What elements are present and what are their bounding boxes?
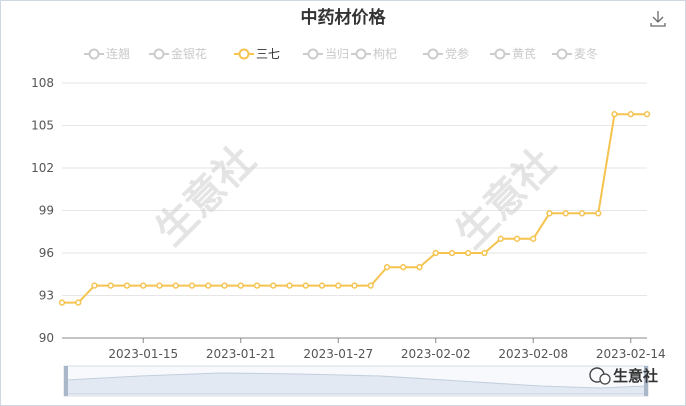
data-point[interactable] bbox=[513, 235, 521, 242]
line-chart: 中药材价格 连翘 金银花 三七 当归 枸杞 党参 黄芪 麦冬 生意社 生意社 909396991… bbox=[31, 7, 666, 397]
data-point[interactable] bbox=[75, 299, 82, 306]
data-point[interactable] bbox=[595, 210, 602, 217]
y-tick-label: 93 bbox=[39, 289, 54, 303]
y-axis: 90 93 96 99 102 105 108 bbox=[31, 76, 54, 345]
x-tick-label: 2023-01-15 bbox=[108, 347, 178, 361]
legend-label: 金银花 bbox=[171, 46, 207, 61]
data-point[interactable] bbox=[123, 282, 131, 289]
data-point[interactable] bbox=[107, 282, 114, 289]
data-point[interactable] bbox=[432, 249, 439, 257]
x-tick-label: 2023-02-14 bbox=[596, 347, 666, 361]
data-point[interactable] bbox=[91, 282, 98, 289]
legend-item[interactable]: 枸杞 bbox=[351, 46, 397, 61]
x-axis: 2023-01-15 2023-01-21 2023-01-27 2023-02-02… bbox=[108, 338, 666, 361]
legend-label: 当归 bbox=[325, 47, 349, 61]
x-tick-label: 2023-02-02 bbox=[401, 347, 471, 361]
watermark-text: 生意社 bbox=[447, 140, 564, 257]
data-point[interactable] bbox=[481, 249, 488, 257]
watermark-text: 生意社 bbox=[147, 137, 264, 254]
data-point[interactable] bbox=[448, 249, 456, 257]
data-point[interactable] bbox=[335, 282, 342, 289]
legend-item[interactable]: 当归 bbox=[303, 47, 349, 61]
chart-legend: 连翘 金银花 三七 当归 枸杞 党参 黄芪 麦冬 bbox=[84, 46, 598, 61]
data-point[interactable] bbox=[497, 235, 504, 242]
y-tick-label: 102 bbox=[31, 161, 54, 175]
legend-item[interactable]: 连翘 bbox=[84, 46, 130, 61]
data-zoom-slider[interactable] bbox=[63, 365, 649, 397]
series-sanqi bbox=[58, 111, 651, 306]
legend-item[interactable]: 麦冬 bbox=[552, 46, 598, 61]
chart-title: 中药材价格 bbox=[301, 7, 387, 28]
legend-item[interactable]: 党参 bbox=[423, 46, 469, 61]
y-tick-label: 96 bbox=[39, 246, 54, 260]
y-tick-label: 108 bbox=[31, 76, 54, 90]
legend-label: 三七 bbox=[256, 47, 280, 61]
data-point[interactable] bbox=[416, 264, 423, 271]
legend-item[interactable]: 金银花 bbox=[149, 46, 207, 61]
series-line bbox=[62, 113, 647, 304]
data-point[interactable] bbox=[318, 282, 326, 289]
legend-item[interactable]: 黄芪 bbox=[490, 47, 536, 61]
data-point[interactable] bbox=[627, 111, 634, 118]
x-tick-label: 2023-01-27 bbox=[303, 347, 373, 361]
legend-label: 枸杞 bbox=[373, 46, 397, 61]
data-point[interactable] bbox=[302, 282, 309, 289]
data-point[interactable] bbox=[286, 282, 293, 289]
slider-handle-left[interactable] bbox=[64, 366, 68, 396]
legend-marker-icon bbox=[355, 48, 367, 60]
x-tick-label: 2023-02-08 bbox=[498, 347, 568, 361]
data-point[interactable] bbox=[237, 282, 244, 289]
data-point[interactable] bbox=[221, 282, 228, 289]
data-point[interactable] bbox=[205, 282, 212, 289]
download-icon[interactable] bbox=[650, 11, 666, 27]
legend-label: 黄芪 bbox=[512, 47, 536, 61]
data-point[interactable] bbox=[643, 111, 651, 118]
data-point[interactable] bbox=[351, 282, 358, 289]
legend-item[interactable]: 三七 bbox=[234, 47, 280, 61]
data-point[interactable] bbox=[58, 299, 66, 306]
legend-marker-icon bbox=[427, 48, 439, 60]
legend-marker-icon bbox=[494, 48, 506, 60]
y-tick-label: 105 bbox=[31, 119, 54, 133]
data-point[interactable] bbox=[530, 235, 537, 242]
data-point[interactable] bbox=[140, 282, 147, 289]
data-point[interactable] bbox=[578, 210, 586, 217]
data-point[interactable] bbox=[546, 210, 553, 217]
data-point[interactable] bbox=[611, 111, 618, 118]
data-point[interactable] bbox=[156, 282, 163, 289]
legend-marker-icon bbox=[307, 48, 319, 60]
y-gridlines bbox=[62, 82, 647, 339]
y-tick-label: 99 bbox=[39, 204, 54, 218]
data-point[interactable] bbox=[562, 210, 569, 217]
legend-label: 麦冬 bbox=[574, 46, 598, 61]
data-point[interactable] bbox=[172, 282, 179, 289]
y-tick-label: 90 bbox=[39, 331, 54, 345]
data-point[interactable] bbox=[367, 282, 374, 289]
data-point[interactable] bbox=[400, 264, 407, 271]
data-point[interactable] bbox=[188, 282, 196, 289]
legend-marker-icon bbox=[153, 48, 165, 60]
x-tick-label: 2023-01-21 bbox=[206, 347, 276, 361]
data-point[interactable] bbox=[270, 282, 277, 289]
legend-label: 连翘 bbox=[106, 46, 130, 61]
legend-marker-icon bbox=[88, 48, 100, 60]
legend-label: 党参 bbox=[445, 46, 469, 61]
legend-marker-icon bbox=[238, 48, 250, 60]
data-point[interactable] bbox=[465, 249, 472, 257]
data-point[interactable] bbox=[383, 264, 391, 271]
data-point[interactable] bbox=[253, 282, 261, 289]
legend-marker-icon bbox=[556, 48, 568, 60]
brand-text: 生意社 bbox=[613, 367, 658, 385]
